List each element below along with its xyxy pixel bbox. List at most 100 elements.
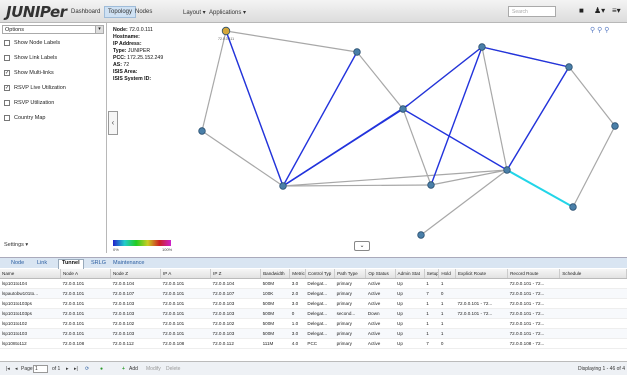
menu-icon[interactable]: ≡▾ xyxy=(612,6,621,15)
option-country-map[interactable]: Country Map xyxy=(4,111,104,125)
network-node xyxy=(279,182,287,190)
table-cell xyxy=(559,328,627,339)
nav-applications-menu[interactable]: Applications ▾ xyxy=(206,7,249,18)
checkbox[interactable] xyxy=(4,55,10,61)
table-cell: 72.0.0.101 xyxy=(60,328,111,339)
info-key: Type: xyxy=(113,48,127,54)
refresh-icon[interactable]: ⟳ xyxy=(85,366,89,372)
chevron-down-icon[interactable]: ▾ xyxy=(95,26,103,33)
column-header[interactable]: Path Type xyxy=(334,269,367,279)
last-page-icon[interactable]: ▸| xyxy=(74,366,78,372)
column-header[interactable]: Node Z xyxy=(110,269,162,279)
tab-srlg[interactable]: SRLG xyxy=(88,260,109,266)
displaying-count: Displaying 1 - 46 of 4 xyxy=(578,366,625,372)
prev-page-icon[interactable]: ◂ xyxy=(15,366,18,372)
column-header[interactable]: Admin Stat xyxy=(395,269,425,279)
option-show-node-labels[interactable]: Show Node Labels xyxy=(4,36,104,50)
table-cell: Up xyxy=(395,288,425,299)
tab-link[interactable]: Link xyxy=(34,260,50,266)
table-header-row: Name Node A Node Z IP A IP Z Bandwidth Metric C… xyxy=(0,269,627,279)
option-rsvp-utilization[interactable]: RSVP Utilization xyxy=(4,96,104,110)
table-cell: Active xyxy=(365,288,396,299)
checkbox-checked[interactable]: ✓ xyxy=(4,70,10,76)
table-row[interactable]: lsp101to103 72.0.0.101 72.0.0.103 72.0.0.10… xyxy=(0,328,627,339)
settings-menu[interactable]: Settings ▾ xyxy=(4,242,28,248)
tab-maintenance[interactable]: Maintenance xyxy=(110,260,148,266)
add-button[interactable]: Add xyxy=(129,366,138,372)
table-cell: 0 xyxy=(438,288,456,299)
option-rsvp-live-utilization[interactable]: ✓ RSVP Live Utilization xyxy=(4,81,104,95)
table-row[interactable]: lsp101to103ps 72.0.0.101 72.0.0.103 72.0.0.… xyxy=(0,308,627,319)
table-cell: 72.0.0.112 xyxy=(210,338,261,349)
delete-button[interactable]: Delete xyxy=(166,366,180,372)
network-node xyxy=(198,127,206,135)
column-header[interactable]: Name xyxy=(0,269,61,279)
table-cell: 72.0.0.108 xyxy=(160,338,211,349)
column-header[interactable]: Explicit Route xyxy=(455,269,509,279)
map-zoom-controls[interactable]: ⚲⚲⚲ xyxy=(590,26,611,34)
column-header[interactable]: Control Typ xyxy=(305,269,336,279)
next-page-icon[interactable]: ▸ xyxy=(66,366,69,372)
table-cell xyxy=(559,298,627,309)
table-cell: 72.0.0.107 xyxy=(210,288,261,299)
table-cell: 72.0.0.103 xyxy=(210,298,261,309)
checkbox[interactable] xyxy=(4,115,10,121)
column-header[interactable]: Hold xyxy=(438,269,456,279)
briefcase-icon[interactable]: ■ xyxy=(579,6,584,15)
column-header[interactable]: Node A xyxy=(60,269,111,279)
first-page-icon[interactable]: |◂ xyxy=(6,366,10,372)
modify-button[interactable]: Modify xyxy=(146,366,161,372)
nav-layout-menu[interactable]: Layout ▾ xyxy=(180,7,209,18)
add-icon[interactable]: + xyxy=(122,366,125,372)
table-cell: 72.0.0.101 - 72... xyxy=(455,298,508,309)
table-row[interactable]: lsp101to104 72.0.0.101 72.0.0.104 72.0.0.10… xyxy=(0,278,627,289)
column-header[interactable]: Metric xyxy=(289,269,306,279)
table-cell: 72.0.0.101 - 72... xyxy=(507,278,560,289)
table-cell: 3.0 xyxy=(289,328,306,339)
table-cell: Up xyxy=(395,318,425,329)
table-cell: lsp101to103ps xyxy=(0,308,61,319)
checkbox-checked[interactable]: ✓ xyxy=(4,85,10,91)
table-row[interactable]: lspautobw101to... 72.0.0.101 72.0.0.107 72.… xyxy=(0,288,627,299)
table-row[interactable]: lsp101to102 72.0.0.101 72.0.0.102 72.0.0.10… xyxy=(0,318,627,329)
network-node xyxy=(569,203,577,211)
table-cell: 72.0.0.103 xyxy=(210,308,261,319)
bottom-tab-bar: Node Link Tunnel SRLG Maintenance xyxy=(0,257,627,269)
options-select[interactable]: Options ▾ xyxy=(2,25,104,34)
column-header[interactable]: Record Route xyxy=(507,269,561,279)
table-cell: primary xyxy=(334,328,366,339)
table-cell: 72.0.0.101 - 72... xyxy=(507,308,560,319)
table-cell xyxy=(455,318,508,329)
topology-map[interactable]: 72.0.0.111 xyxy=(108,23,627,253)
expand-table-button[interactable]: ⌄ xyxy=(354,241,370,251)
utilization-legend xyxy=(113,240,171,246)
table-cell: 500M xyxy=(260,318,290,329)
column-header[interactable]: IP A xyxy=(160,269,212,279)
tab-node[interactable]: Node xyxy=(8,260,27,266)
search-input[interactable]: Search xyxy=(508,6,556,17)
checkbox[interactable] xyxy=(4,100,10,106)
option-show-multi-links[interactable]: ✓ Show Multi-links xyxy=(4,66,104,80)
legend-min-label: 0% xyxy=(113,247,119,252)
info-key: ISIS System ID: xyxy=(113,76,152,82)
zoom-fit-icon[interactable]: ⚲ xyxy=(604,27,611,34)
status-icon[interactable]: ● xyxy=(100,366,103,372)
tab-tunnel[interactable]: Tunnel xyxy=(58,259,84,269)
column-header[interactable]: Setup xyxy=(424,269,440,279)
page-number-input[interactable]: 1 xyxy=(33,365,48,373)
column-header[interactable]: Schedule xyxy=(559,269,627,279)
checkbox[interactable] xyxy=(4,40,10,46)
table-cell: Delegat... xyxy=(305,278,335,289)
page-label: Page xyxy=(21,366,33,372)
nav-nodes[interactable]: Nodes xyxy=(132,7,155,17)
option-show-link-labels[interactable]: Show Link Labels xyxy=(4,51,104,65)
table-row[interactable]: lsp101to103ps 72.0.0.101 72.0.0.103 72.0.0.… xyxy=(0,298,627,309)
column-header[interactable]: IP Z xyxy=(210,269,262,279)
user-icon[interactable]: ♟▾ xyxy=(594,6,605,15)
table-cell: 7 xyxy=(424,338,439,349)
nav-dashboard[interactable]: Dashboard xyxy=(68,7,103,17)
column-header[interactable]: Bandwidth xyxy=(260,269,291,279)
table-row[interactable]: lsp108to112 72.0.0.108 72.0.0.112 72.0.0.10… xyxy=(0,338,627,349)
column-header[interactable]: Op Status xyxy=(365,269,396,279)
table-cell: 72.0.0.103 xyxy=(110,308,161,319)
